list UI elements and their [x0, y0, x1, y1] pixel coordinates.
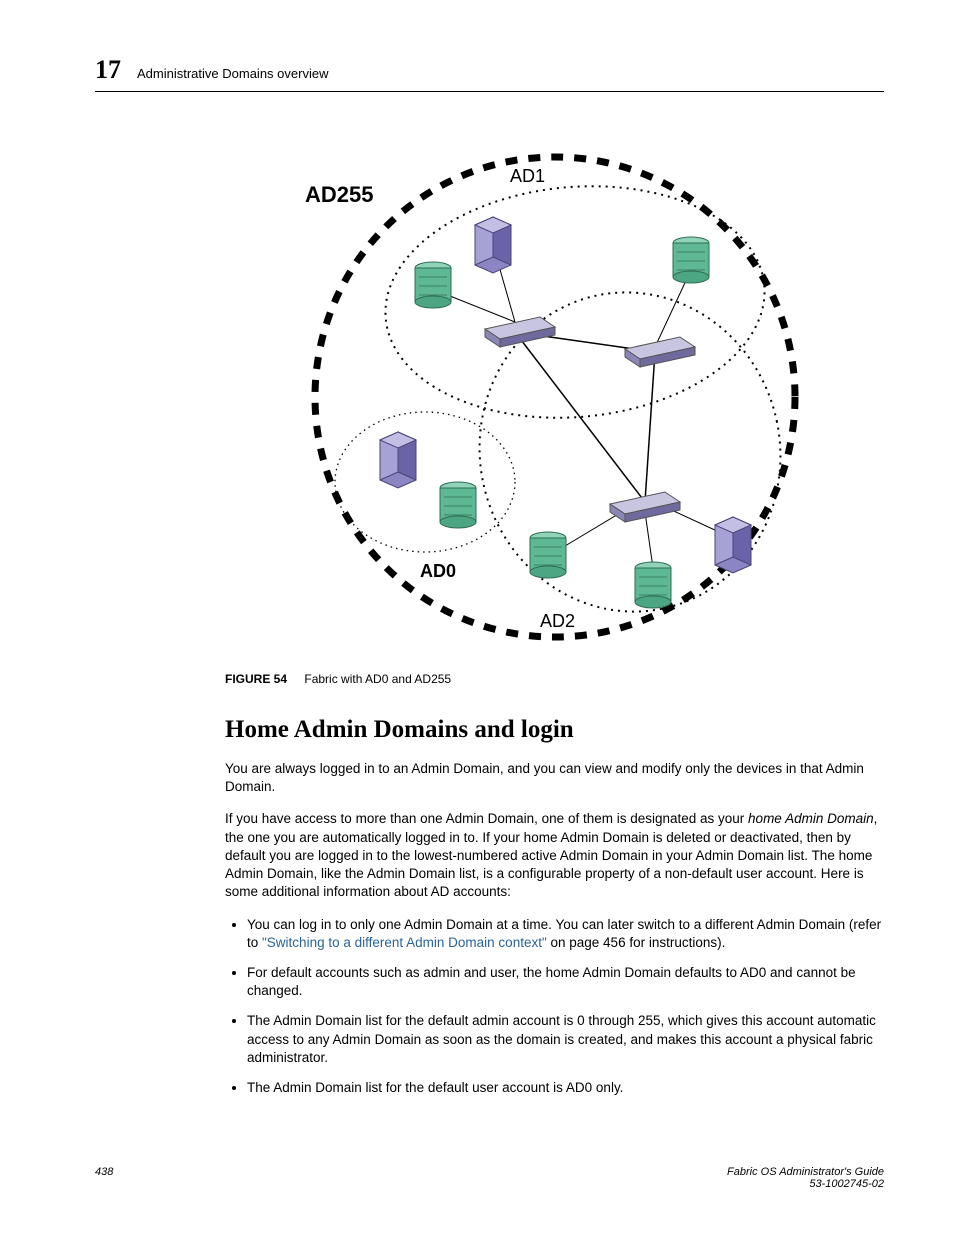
term-home-admin-domain: home Admin Domain [748, 811, 874, 826]
chapter-title: Administrative Domains overview [137, 66, 328, 81]
label-ad1: AD1 [510, 166, 545, 186]
bullet-list: You can log in to only one Admin Domain … [225, 916, 884, 1098]
paragraph-1: You are always logged in to an Admin Dom… [225, 760, 884, 796]
doc-title: Fabric OS Administrator's Guide [727, 1166, 884, 1178]
figure-diagram: AD255 AD1 AD0 AD2 [225, 122, 884, 662]
label-ad2: AD2 [540, 611, 575, 631]
link-switching-context[interactable]: "Switching to a different Admin Domain c… [262, 935, 547, 950]
figure-caption: FIGURE 54 Fabric with AD0 and AD255 [225, 672, 884, 686]
page-header: 17 Administrative Domains overview [95, 55, 884, 92]
page-number: 438 [95, 1166, 113, 1190]
chapter-number: 17 [95, 55, 121, 85]
section-heading: Home Admin Domains and login [225, 716, 884, 744]
paragraph-2: If you have access to more than one Admi… [225, 810, 884, 901]
bullet-4: The Admin Domain list for the default us… [247, 1079, 884, 1097]
bullet-3: The Admin Domain list for the default ad… [247, 1012, 884, 1067]
bullet-2: For default accounts such as admin and u… [247, 964, 884, 1000]
doc-id: 53-1002745-02 [727, 1178, 884, 1190]
figure-label: FIGURE 54 [225, 672, 287, 686]
bullet-1: You can log in to only one Admin Domain … [247, 916, 884, 952]
label-ad0: AD0 [420, 561, 456, 581]
figure-caption-text: Fabric with AD0 and AD255 [304, 672, 451, 686]
body-text: You are always logged in to an Admin Dom… [225, 760, 884, 1097]
label-ad255: AD255 [305, 182, 373, 207]
page-footer: 438 Fabric OS Administrator's Guide 53-1… [95, 1166, 884, 1190]
